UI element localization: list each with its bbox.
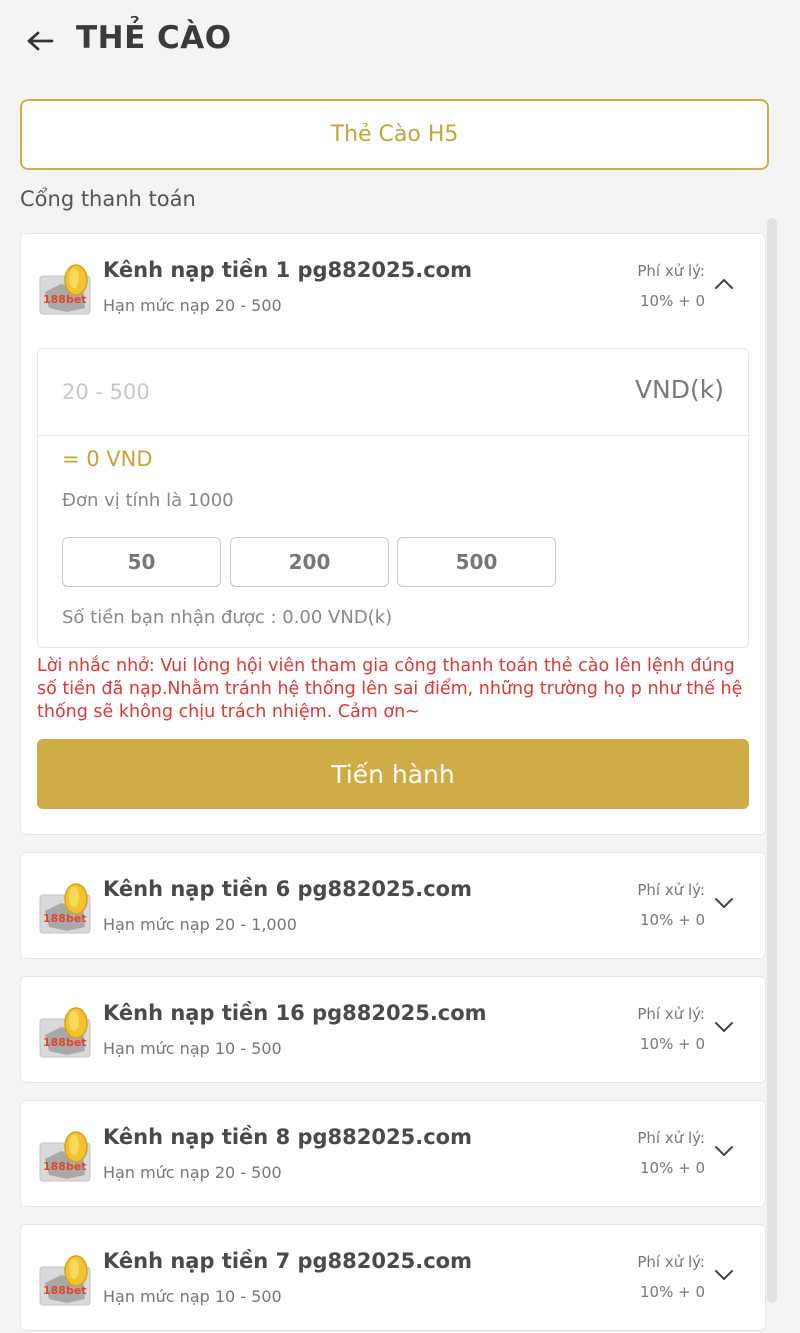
chevron-down-icon[interactable] xyxy=(713,1143,735,1159)
chevron-down-icon[interactable] xyxy=(713,895,735,911)
unit-label: VND(k) xyxy=(634,375,724,404)
fee-value: 10% + 0 xyxy=(640,1159,705,1177)
amount-panel: VND(k) = 0 VND Đơn vị tính là 1000 50 20… xyxy=(37,348,749,648)
fee-label: Phí xử lý: xyxy=(637,1129,705,1147)
channel-title: Kênh nạp tiền 1 pg882025.com xyxy=(103,258,472,282)
channel-logo-icon: 188bet xyxy=(39,1131,91,1182)
quick-amount-50[interactable]: 50 xyxy=(62,537,221,587)
arrow-left-icon xyxy=(27,31,54,51)
channel-logo-icon: 188bet xyxy=(39,883,91,934)
amount-input[interactable] xyxy=(38,349,598,435)
fee-value: 10% + 0 xyxy=(640,292,705,310)
svg-text:188bet: 188bet xyxy=(43,1160,87,1173)
channel-card[interactable]: 188bet Kênh nạp tiền 16 pg882025.com Hạn… xyxy=(20,976,766,1083)
channel-limit: Hạn mức nạp 10 - 500 xyxy=(103,1287,282,1306)
svg-text:188bet: 188bet xyxy=(43,912,87,925)
channel-limit: Hạn mức nạp 20 - 1,000 xyxy=(103,915,297,934)
back-button[interactable] xyxy=(22,24,58,58)
fee-value: 10% + 0 xyxy=(640,1035,705,1053)
svg-text:188bet: 188bet xyxy=(43,293,87,306)
quick-amount-200[interactable]: 200 xyxy=(230,537,389,587)
receive-amount: Số tiền bạn nhận được : 0.00 VND(k) xyxy=(62,607,393,628)
channel-card[interactable]: 188bet Kênh nạp tiền 7 pg882025.com Hạn … xyxy=(20,1224,766,1331)
channel-header[interactable]: 188bet Kênh nạp tiền 1 pg882025.com Hạn … xyxy=(21,234,765,340)
channel-logo-icon: 188bet xyxy=(39,1007,91,1058)
fee-label: Phí xử lý: xyxy=(637,1005,705,1023)
fee-label: Phí xử lý: xyxy=(637,1253,705,1271)
chevron-up-icon[interactable] xyxy=(713,276,735,292)
svg-text:188bet: 188bet xyxy=(43,1284,87,1297)
channel-card[interactable]: 188bet Kênh nạp tiền 8 pg882025.com Hạn … xyxy=(20,1100,766,1207)
svg-text:188bet: 188bet xyxy=(43,1036,87,1049)
fee-label: Phí xử lý: xyxy=(637,881,705,899)
channel-limit: Hạn mức nạp 20 - 500 xyxy=(103,1163,282,1182)
channel-logo-icon: 188bet xyxy=(39,1255,91,1306)
converted-amount: = 0 VND xyxy=(62,447,153,471)
chevron-down-icon[interactable] xyxy=(713,1019,735,1035)
proceed-button[interactable]: Tiến hành xyxy=(37,739,749,809)
divider xyxy=(38,435,748,436)
fee-value: 10% + 0 xyxy=(640,911,705,929)
channel-limit: Hạn mức nạp 20 - 500 xyxy=(103,296,282,315)
channel-title: Kênh nạp tiền 6 pg882025.com xyxy=(103,877,472,901)
channel-title: Kênh nạp tiền 8 pg882025.com xyxy=(103,1125,472,1149)
chevron-down-icon[interactable] xyxy=(713,1267,735,1283)
channel-header[interactable]: 188bet Kênh nạp tiền 8 pg882025.com Hạn … xyxy=(21,1101,765,1207)
header-bar: THẺ CÀO xyxy=(0,0,800,80)
page-title: THẺ CÀO xyxy=(76,20,232,56)
section-label: Cổng thanh toán xyxy=(20,187,196,211)
channel-card[interactable]: 188bet Kênh nạp tiền 6 pg882025.com Hạn … xyxy=(20,852,766,959)
tab-the-cao-h5[interactable]: Thẻ Cào H5 xyxy=(20,99,769,170)
fee-value: 10% + 0 xyxy=(640,1283,705,1301)
channel-title: Kênh nạp tiền 7 pg882025.com xyxy=(103,1249,472,1273)
channel-header[interactable]: 188bet Kênh nạp tiền 7 pg882025.com Hạn … xyxy=(21,1225,765,1331)
channel-logo-icon: 188bet xyxy=(39,264,91,315)
channel-limit: Hạn mức nạp 10 - 500 xyxy=(103,1039,282,1058)
unit-note: Đơn vị tính là 1000 xyxy=(62,490,234,511)
channel-card: 188bet Kênh nạp tiền 1 pg882025.com Hạn … xyxy=(20,233,766,835)
reminder-text: Lời nhắc nhở: Vui lòng hội viên tham gia… xyxy=(37,656,743,722)
channel-header[interactable]: 188bet Kênh nạp tiền 16 pg882025.com Hạn… xyxy=(21,977,765,1083)
scrollbar[interactable] xyxy=(767,218,777,1303)
channel-header[interactable]: 188bet Kênh nạp tiền 6 pg882025.com Hạn … xyxy=(21,853,765,959)
channel-title: Kênh nạp tiền 16 pg882025.com xyxy=(103,1001,487,1025)
quick-amount-500[interactable]: 500 xyxy=(397,537,556,587)
fee-label: Phí xử lý: xyxy=(637,262,705,280)
